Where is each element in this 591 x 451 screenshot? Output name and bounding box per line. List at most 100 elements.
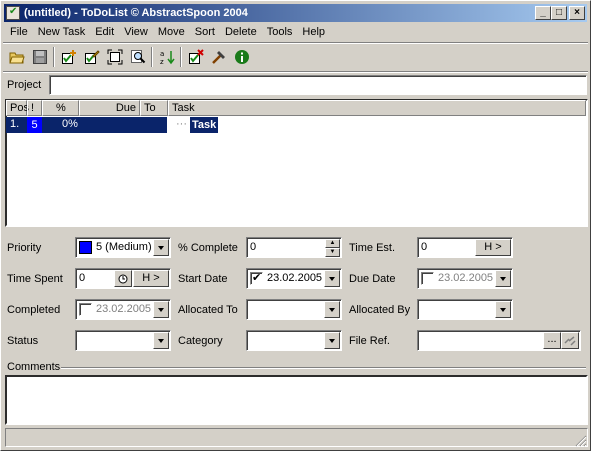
save-button[interactable]	[28, 46, 51, 68]
time-est-label: Time Est.	[349, 242, 396, 254]
project-input[interactable]	[49, 75, 587, 95]
column-due[interactable]: Due	[79, 100, 140, 116]
comments-textarea[interactable]	[5, 375, 588, 425]
start-date-label: Start Date	[178, 273, 228, 285]
allocated-to-dropdown-button[interactable]	[324, 301, 340, 318]
due-date-dropdown-button[interactable]	[495, 270, 511, 287]
file-ref-input[interactable]: ...	[417, 330, 581, 351]
menu-new-task[interactable]: New Task	[33, 26, 90, 38]
open-button[interactable]	[5, 46, 28, 68]
open-link-button[interactable]	[561, 332, 579, 349]
time-spent-value: 0	[79, 272, 86, 284]
menu-sort[interactable]: Sort	[190, 26, 220, 38]
open-folder-icon	[8, 52, 25, 64]
time-est-value: 0	[421, 241, 428, 253]
row-pos: 1.	[10, 118, 20, 130]
completed-label: Completed	[7, 304, 61, 316]
status-dropdown-button[interactable]	[153, 332, 169, 349]
toolbar-separator	[53, 47, 55, 67]
status-combo[interactable]	[75, 330, 171, 351]
maximize-button[interactable]: □	[551, 6, 567, 20]
priority-dropdown-button[interactable]	[153, 239, 169, 256]
allocated-to-combo[interactable]	[246, 299, 342, 320]
column-task[interactable]: Task	[168, 100, 586, 116]
about-button[interactable]	[230, 46, 253, 68]
column-priority[interactable]: !	[27, 100, 42, 116]
toolbar-separator	[151, 47, 153, 67]
menu-delete[interactable]: Delete	[220, 26, 262, 38]
due-date-checkbox[interactable]	[421, 272, 434, 285]
browse-button[interactable]: ...	[543, 332, 561, 349]
sort-icon: a z	[160, 50, 175, 65]
menu-help[interactable]: Help	[297, 26, 330, 38]
timer-button[interactable]	[114, 270, 132, 287]
tree-connector: ···	[176, 118, 187, 130]
percent-complete-value: 0	[250, 241, 257, 253]
priority-combo[interactable]: 5 (Medium)	[75, 237, 171, 258]
percent-complete-spinner[interactable]: 0 ▲ ▼	[246, 237, 342, 258]
find-button[interactable]	[126, 46, 149, 68]
clock-icon	[118, 274, 128, 283]
comments-divider	[61, 367, 586, 369]
menu-bar: File New Task Edit View Move Sort Delete…	[4, 23, 330, 41]
sort-button[interactable]: a z	[155, 46, 178, 68]
spin-down-button[interactable]: ▼	[325, 248, 340, 257]
toolbar: a z	[5, 45, 253, 69]
time-spent-units-button[interactable]: H >	[133, 270, 169, 287]
app-window: (untitled) - ToDoList © AbstractSpoon 20…	[0, 0, 591, 451]
svg-text:a: a	[160, 50, 164, 58]
priority-value: 5 (Medium)	[96, 241, 152, 253]
allocated-by-combo[interactable]	[417, 299, 513, 320]
project-label: Project	[7, 79, 42, 91]
menu-file[interactable]: File	[4, 26, 33, 38]
due-date-picker[interactable]: 23.02.2005	[417, 268, 513, 289]
new-task-button[interactable]	[57, 46, 80, 68]
title-bar[interactable]: (untitled) - ToDoList © AbstractSpoon 20…	[4, 4, 587, 22]
start-date-dropdown-button[interactable]	[324, 270, 340, 287]
close-button[interactable]: ×	[569, 6, 585, 20]
delete-task-button[interactable]	[184, 46, 207, 68]
menu-tools[interactable]: Tools	[262, 26, 298, 38]
completed-dropdown-button[interactable]	[153, 301, 169, 318]
menu-move[interactable]: Move	[153, 26, 190, 38]
time-est-units-button[interactable]: H >	[475, 239, 511, 256]
start-date-picker[interactable]: 23.02.2005	[246, 268, 342, 289]
maximize-tasklist-button[interactable]	[103, 46, 126, 68]
completed-value: 23.02.2005	[96, 303, 152, 315]
completed-date-picker[interactable]: 23.02.2005	[75, 299, 171, 320]
info-icon	[234, 50, 249, 64]
new-task-icon	[61, 50, 76, 64]
start-date-value: 23.02.2005	[267, 272, 323, 284]
allocated-by-dropdown-button[interactable]	[495, 301, 511, 318]
task-list-header: Pos ! % Due To Task	[6, 100, 586, 116]
edit-task-icon	[84, 50, 100, 64]
table-row[interactable]: 1. 5 0% ··· Task	[6, 116, 586, 134]
due-date-label: Due Date	[349, 273, 396, 285]
find-icon	[130, 50, 145, 64]
maximize-icon	[107, 49, 122, 65]
time-spent-input[interactable]: 0 H >	[75, 268, 171, 289]
column-percent[interactable]: %	[42, 100, 79, 116]
column-pos[interactable]: Pos	[6, 100, 29, 116]
allocated-by-label: Allocated By	[349, 304, 411, 316]
menu-view[interactable]: View	[119, 26, 153, 38]
completed-checkbox[interactable]	[79, 303, 92, 316]
toolbar-separator	[180, 47, 182, 67]
resize-grip-icon[interactable]	[575, 435, 587, 447]
row-task-title[interactable]: Task	[188, 116, 220, 134]
category-combo[interactable]	[246, 330, 342, 351]
due-date-value: 23.02.2005	[438, 272, 494, 284]
spin-up-button[interactable]: ▲	[325, 239, 340, 248]
file-ref-label: File Ref.	[349, 335, 390, 347]
tools-button[interactable]	[207, 46, 230, 68]
minimize-button[interactable]: _	[535, 6, 551, 20]
menu-edit[interactable]: Edit	[90, 26, 119, 38]
time-est-input[interactable]: 0 H >	[417, 237, 513, 258]
app-icon[interactable]	[6, 6, 20, 20]
status-bar	[5, 428, 588, 447]
start-date-checkbox[interactable]	[250, 271, 263, 285]
category-dropdown-button[interactable]	[324, 332, 340, 349]
edit-task-button[interactable]	[80, 46, 103, 68]
column-to[interactable]: To	[140, 100, 168, 116]
toolbar-divider	[3, 71, 588, 73]
